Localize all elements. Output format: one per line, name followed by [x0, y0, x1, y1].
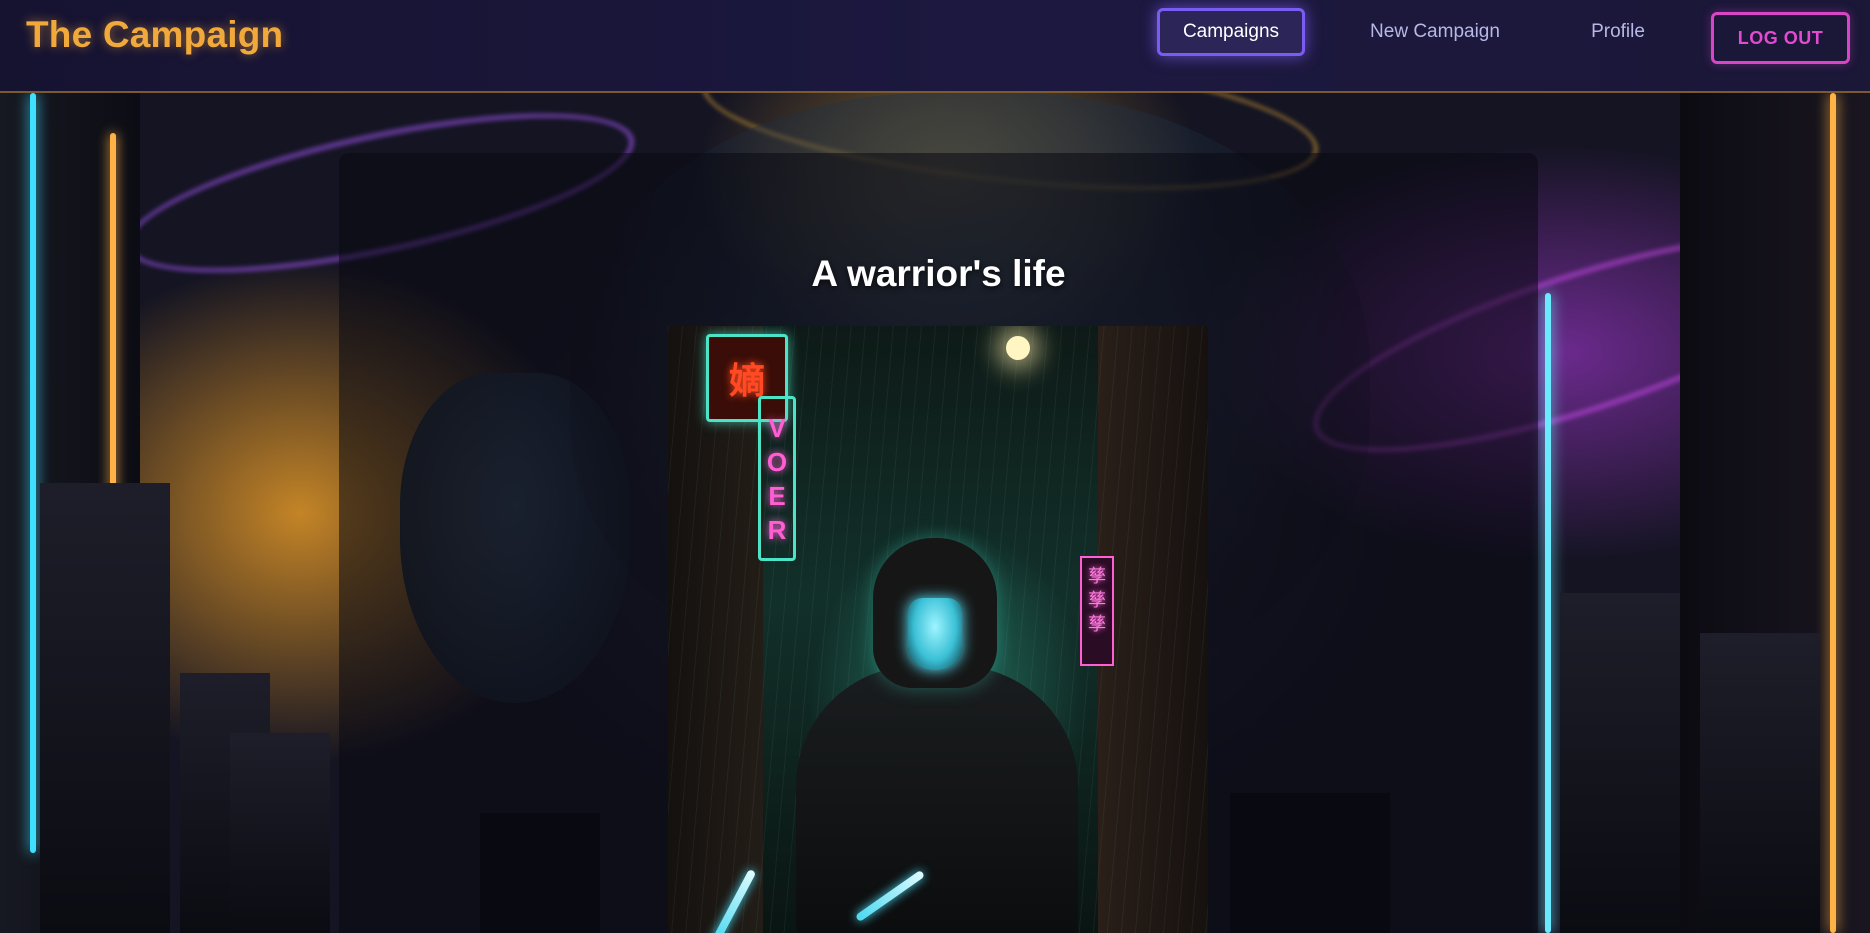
ninja-mask — [908, 598, 962, 670]
campaign-image[interactable]: 嫡 VOER 孳孳孳 — [668, 326, 1208, 933]
nav-profile-link[interactable]: Profile — [1567, 8, 1669, 56]
campaign-title: A warrior's life — [811, 253, 1066, 294]
ninja-body — [796, 666, 1078, 933]
nav-new-campaign-link[interactable]: New Campaign — [1350, 8, 1520, 56]
nav-campaigns-button[interactable]: Campaigns — [1157, 8, 1305, 56]
neon-sign-pink: 孳孳孳 — [1080, 556, 1114, 666]
top-nav-bar: The Campaign Campaigns New Campaign Prof… — [0, 0, 1870, 93]
street-lamp — [1006, 336, 1030, 360]
neon-sign-text: VOER — [762, 413, 792, 549]
neon-sign-vertical: VOER — [758, 396, 796, 561]
site-logo-title[interactable]: The Campaign — [26, 14, 283, 56]
logout-button[interactable]: LOG OUT — [1711, 12, 1850, 64]
